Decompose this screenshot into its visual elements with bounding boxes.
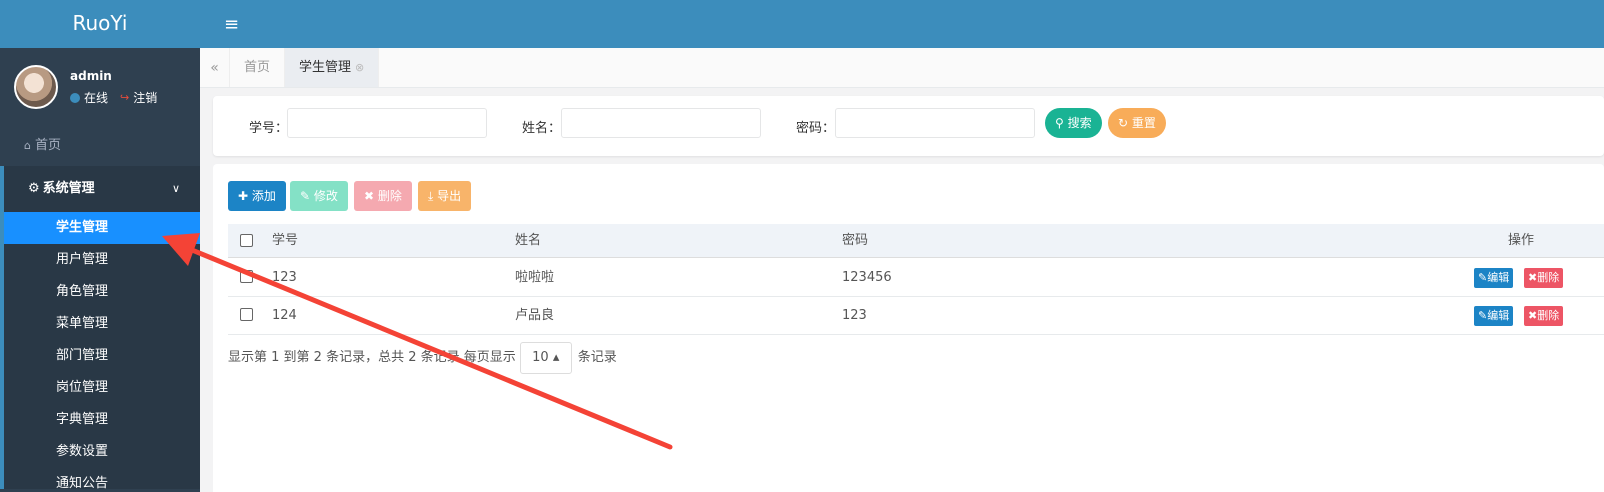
table-panel: ✚ 添加 ✎ 修改 ✖ 删除 ⤓ 导出 学号 姓名 密码 操作 123 啦啦啦 …: [213, 164, 1604, 492]
row-edit-button[interactable]: ✎编辑: [1474, 306, 1514, 326]
edit-button[interactable]: ✎ 修改: [290, 181, 348, 211]
app-logo[interactable]: RuoYi: [0, 0, 200, 48]
sidebar-item-post[interactable]: 岗位管理: [4, 372, 200, 404]
tab-student[interactable]: 学生管理 ⊗: [285, 48, 380, 87]
edit-icon: ✎: [1478, 309, 1488, 322]
column-header-password[interactable]: 密码: [842, 224, 868, 258]
tab-scroll-left-icon[interactable]: «: [200, 48, 230, 87]
page-size-select[interactable]: 10 ▴: [519, 342, 572, 374]
cell-name: 啦啦啦: [515, 270, 555, 285]
remove-icon: ✖: [1528, 271, 1538, 284]
chevron-down-icon: ∨: [171, 182, 180, 195]
sidebar-item-role[interactable]: 角色管理: [4, 276, 200, 308]
tab-bar: « 首页 学生管理 ⊗: [200, 48, 1604, 88]
row-checkbox[interactable]: [240, 308, 253, 321]
row-delete-button[interactable]: ✖删除: [1524, 268, 1564, 288]
name-input[interactable]: [561, 108, 761, 138]
online-status-icon: [70, 93, 80, 103]
table-header: 学号 姓名 密码 操作: [228, 224, 1604, 258]
sidebar-group-system: ⚙ 系统管理 ∨ 学生管理 用户管理 角色管理 菜单管理 部门管理 岗位管理 字典…: [0, 166, 200, 492]
remove-icon: ✖: [364, 189, 375, 203]
search-icon: ⚲: [1055, 116, 1064, 130]
tab-home[interactable]: 首页: [230, 48, 286, 87]
pagination: 显示第 1 到第 2 条记录，总共 2 条记录 每页显示 10 ▴ 条记录: [228, 342, 617, 374]
sidebar-item-menu[interactable]: 菜单管理: [4, 308, 200, 340]
sidebar-item-home[interactable]: ⌂ 首页: [0, 126, 200, 166]
password-input[interactable]: [835, 108, 1035, 138]
sidebar-item-student[interactable]: 学生管理: [4, 212, 200, 244]
caret-up-icon: ▴: [552, 350, 560, 365]
export-button[interactable]: ⤓ 导出: [418, 181, 472, 211]
remove-icon: ✖: [1528, 309, 1538, 322]
search-form: 学号： 姓名： 密码： ⚲ 搜索 ↻ 重置: [213, 96, 1604, 156]
edit-icon: ✎: [1478, 271, 1488, 284]
delete-button[interactable]: ✖ 删除: [354, 181, 412, 211]
sidebar-item-dict[interactable]: 字典管理: [4, 404, 200, 436]
row-edit-button[interactable]: ✎编辑: [1474, 268, 1514, 288]
edit-icon: ✎: [300, 189, 311, 203]
online-status: 在线: [84, 91, 109, 105]
cell-id: 123: [272, 270, 297, 285]
refresh-icon: ↻: [1118, 116, 1129, 130]
user-name: admin: [70, 69, 112, 83]
row-checkbox[interactable]: [240, 270, 253, 283]
pagination-summary: 显示第 1 到第 2 条记录，总共 2 条记录 每页显示: [228, 350, 516, 365]
password-label: 密码：: [796, 121, 836, 136]
student-id-label: 学号：: [249, 121, 289, 136]
reset-button[interactable]: ↻ 重置: [1108, 108, 1166, 138]
sidebar: RuoYi admin 在线 ↪ 注销 ⌂ 首页 ⚙ 系统管理 ∨ 学生管理 用户管…: [0, 0, 200, 492]
cell-password: 123: [842, 308, 867, 323]
search-button[interactable]: ⚲ 搜索: [1045, 108, 1102, 138]
row-delete-button[interactable]: ✖删除: [1524, 306, 1564, 326]
cell-password: 123456: [842, 270, 892, 285]
sidebar-item-user[interactable]: 用户管理: [4, 244, 200, 276]
sidebar-group-header-system[interactable]: ⚙ 系统管理 ∨: [4, 166, 200, 212]
pagination-suffix: 条记录: [577, 350, 617, 365]
download-icon: ⤓: [428, 189, 434, 203]
student-id-input[interactable]: [287, 108, 487, 138]
user-panel: admin 在线 ↪ 注销: [0, 48, 200, 126]
cell-id: 124: [272, 308, 297, 323]
name-label: 姓名：: [522, 121, 562, 136]
logout-link[interactable]: 注销: [133, 89, 157, 107]
home-icon: ⌂: [24, 139, 31, 152]
cell-name: 卢品良: [515, 308, 555, 323]
menu-toggle-icon[interactable]: ≡: [224, 14, 239, 35]
avatar: [14, 65, 58, 109]
sidebar-item-dept[interactable]: 部门管理: [4, 340, 200, 372]
top-header: ≡: [200, 0, 1604, 48]
column-header-actions: 操作: [1508, 233, 1535, 248]
select-all-checkbox[interactable]: [240, 234, 253, 247]
close-icon[interactable]: ⊗: [355, 61, 364, 74]
add-button[interactable]: ✚ 添加: [228, 181, 286, 211]
plus-icon: ✚: [238, 189, 249, 203]
logout-icon[interactable]: ↪: [120, 89, 129, 107]
table-row: 124 卢品良 123 ✎编辑 ✖删除: [228, 297, 1604, 335]
column-header-name[interactable]: 姓名: [515, 224, 541, 258]
table-row: 123 啦啦啦 123456 ✎编辑 ✖删除: [228, 259, 1604, 297]
gear-icon: ⚙: [28, 181, 40, 196]
sidebar-item-config[interactable]: 参数设置: [4, 436, 200, 468]
sidebar-item-notice[interactable]: 通知公告: [4, 468, 200, 492]
column-header-id[interactable]: 学号: [272, 224, 298, 258]
